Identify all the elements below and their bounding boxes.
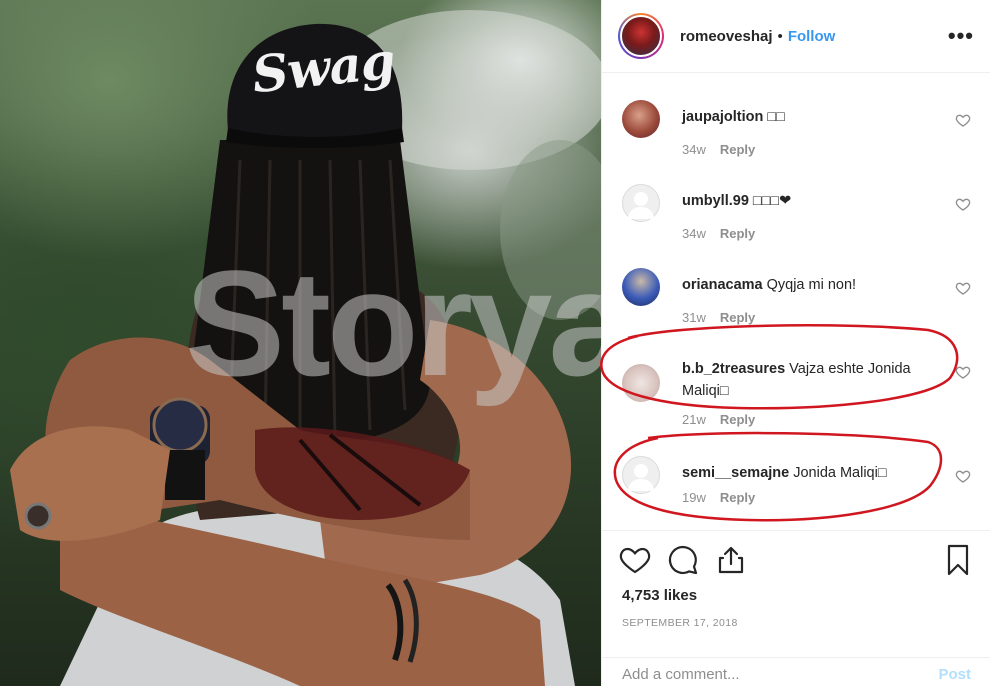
comment-input[interactable]: [622, 666, 939, 683]
reply-button[interactable]: Reply: [720, 310, 755, 325]
commenter-username[interactable]: orianacama: [682, 277, 763, 293]
commenter-username[interactable]: semi__semajne: [682, 465, 789, 481]
comment-age: 31w: [682, 310, 706, 325]
post-actions: 4,753 likes SEPTEMBER 17, 2018 Post: [602, 530, 990, 686]
comment-age: 34w: [682, 142, 706, 157]
reply-button[interactable]: Reply: [720, 412, 755, 427]
commenter-username[interactable]: umbyll.99: [682, 193, 749, 209]
comment-age: 34w: [682, 226, 706, 241]
post-photo: Swag Storyal: [0, 0, 601, 686]
commenter-avatar[interactable]: [622, 184, 660, 222]
action-bar: [618, 543, 975, 577]
comment-list[interactable]: jaupajoltion □□ 34w Reply umbyll.99 □□□❤ 34…: [602, 74, 990, 530]
reply-button[interactable]: Reply: [720, 142, 755, 157]
comment-text: orianacama Qyqja mi non!: [682, 274, 952, 296]
commenter-username[interactable]: jaupajoltion: [682, 109, 763, 125]
commenter-avatar[interactable]: [622, 100, 660, 138]
share-icon[interactable]: [714, 543, 748, 577]
comment-bubble-icon[interactable]: [666, 543, 700, 577]
watermark: Storyal: [185, 239, 601, 407]
like-heart-icon[interactable]: [955, 364, 971, 380]
comment-body: □□□❤: [752, 193, 792, 209]
add-comment-bar: Post: [602, 657, 990, 686]
comment-meta: 19w Reply: [682, 490, 755, 505]
comment-meta: 34w Reply: [682, 226, 755, 241]
reply-button[interactable]: Reply: [720, 226, 755, 241]
commenter-avatar[interactable]: [622, 268, 660, 306]
post-comment-button[interactable]: Post: [938, 666, 971, 683]
comment-item: jaupajoltion □□ 34w Reply: [602, 86, 990, 166]
bookmark-icon[interactable]: [941, 543, 975, 577]
author-avatar[interactable]: [618, 13, 664, 59]
post-header: romeoveshaj • Follow •••: [602, 0, 990, 73]
commenter-avatar[interactable]: [622, 456, 660, 494]
comment-body: Jonida Maliqi□: [793, 465, 887, 481]
commenter-avatar[interactable]: [622, 364, 660, 402]
comment-item: b.b_2treasures Vajza eshte Jonida Maliqi□…: [602, 338, 990, 438]
comment-body: □□: [767, 109, 785, 125]
like-heart-icon[interactable]: [955, 280, 971, 296]
comment-text: umbyll.99 □□□❤: [682, 190, 952, 212]
post-date: SEPTEMBER 17, 2018: [622, 617, 738, 629]
comment-text: semi__semajne Jonida Maliqi□: [682, 462, 952, 484]
comment-body: Qyqja mi non!: [766, 277, 857, 293]
comment-meta: 31w Reply: [682, 310, 755, 325]
likes-count[interactable]: 4,753 likes: [622, 587, 697, 604]
header-separator: •: [777, 27, 783, 45]
comment-meta: 21w Reply: [682, 412, 755, 427]
author-username[interactable]: romeoveshaj: [680, 28, 773, 45]
more-horizontal-icon[interactable]: •••: [948, 23, 974, 49]
like-heart-icon[interactable]: [955, 196, 971, 212]
reply-button[interactable]: Reply: [720, 490, 755, 505]
follow-button[interactable]: Follow: [788, 28, 836, 45]
like-heart-icon[interactable]: [955, 112, 971, 128]
heart-icon[interactable]: [618, 543, 652, 577]
comment-meta: 34w Reply: [682, 142, 755, 157]
like-heart-icon[interactable]: [955, 468, 971, 484]
comment-age: 21w: [682, 412, 706, 427]
comment-text: jaupajoltion □□: [682, 106, 952, 128]
post-side-panel: romeoveshaj • Follow ••• jaupajoltion □□ …: [600, 0, 990, 686]
comment-item: orianacama Qyqja mi non! 31w Reply: [602, 254, 990, 334]
comment-item: semi__semajne Jonida Maliqi□ 19w Reply: [602, 442, 990, 522]
commenter-username[interactable]: b.b_2treasures: [682, 361, 785, 377]
comment-item: umbyll.99 □□□❤ 34w Reply: [602, 170, 990, 250]
comment-age: 19w: [682, 490, 706, 505]
comment-text: b.b_2treasures Vajza eshte Jonida Maliqi□: [682, 358, 952, 402]
